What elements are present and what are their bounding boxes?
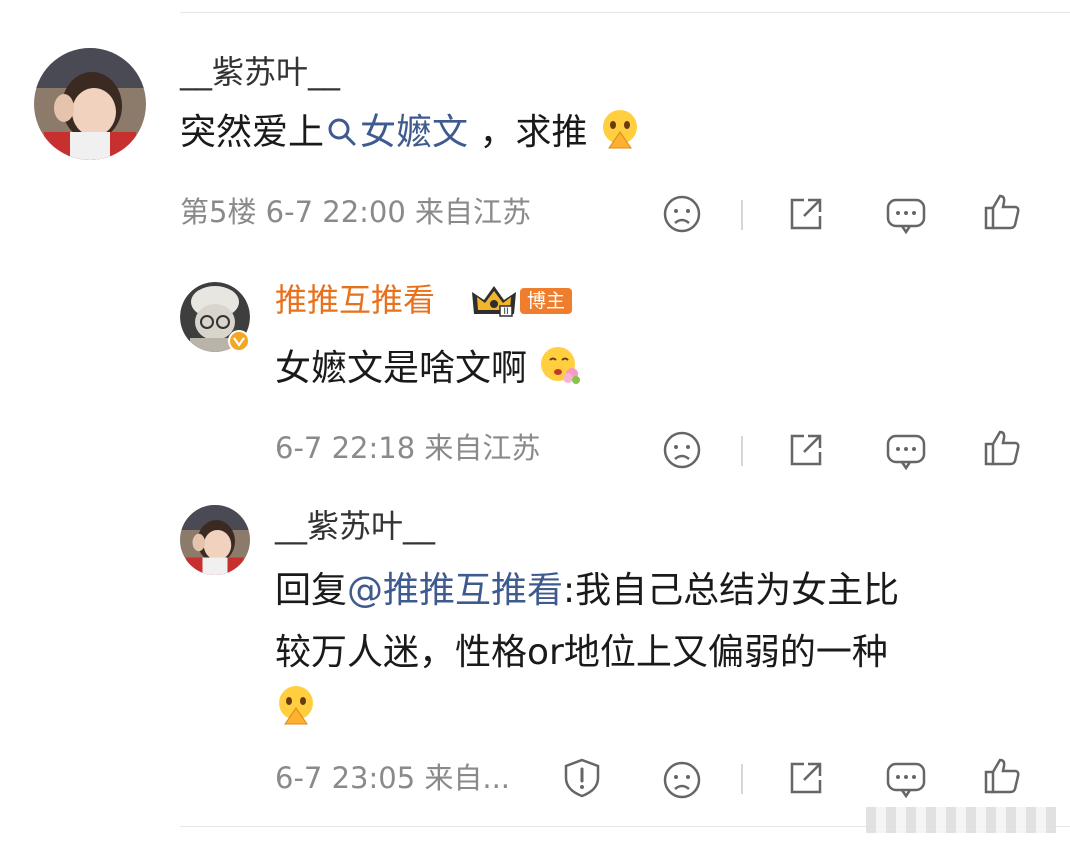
badge-label: 博主 <box>520 288 573 314</box>
blogger-badge: II 博主 <box>470 284 573 318</box>
search-icon <box>328 118 356 146</box>
dislike-icon[interactable] <box>660 192 704 236</box>
comment-meta: 第5楼 6-7 22:00 来自江苏 <box>180 195 532 229</box>
topic-link[interactable]: 女嬷文 <box>324 112 468 153</box>
comment-text-line2: 较万人迷，性格or地位上又偏弱的一种 <box>275 632 888 673</box>
like-icon[interactable] <box>980 190 1024 234</box>
mention-link[interactable]: @推推互推看 <box>347 570 563 611</box>
share-icon[interactable] <box>784 756 828 800</box>
comment-text-line3 <box>275 680 317 738</box>
comment-meta: 6-7 22:18 来自江苏 <box>275 431 541 465</box>
svg-text:II: II <box>503 307 508 317</box>
avatar[interactable] <box>180 282 250 352</box>
avatar[interactable] <box>180 505 250 575</box>
pray-emoji <box>602 110 637 149</box>
dislike-icon[interactable] <box>660 758 704 802</box>
avatar[interactable] <box>34 48 146 160</box>
comment-meta: 6-7 23:05 来自... <box>275 761 511 795</box>
top-divider <box>180 12 1070 13</box>
crown-icon: II <box>472 286 516 317</box>
topic-label: 女嬷文 <box>360 112 469 153</box>
username[interactable]: __紫苏叶__ <box>275 510 435 542</box>
separator <box>741 436 743 466</box>
comment-icon[interactable] <box>884 194 928 238</box>
comment-text-line1: 回复@推推互推看:我自己总结为女主比 <box>275 562 899 620</box>
separator <box>741 764 743 794</box>
like-icon[interactable] <box>980 426 1024 470</box>
verified-icon <box>228 330 250 352</box>
comment-icon[interactable] <box>884 430 928 474</box>
separator <box>741 200 743 230</box>
username[interactable]: __紫苏叶__ <box>180 56 340 88</box>
reply-prefix: 回复 <box>275 570 348 611</box>
reply-text-line1: :我自己总结为女主比 <box>563 570 900 611</box>
username[interactable]: 推推互推看 <box>275 284 435 316</box>
comment-text: 突然爱上 女嬷文 ，求推 <box>180 104 641 162</box>
watermark-blur <box>866 807 1056 833</box>
pray-emoji <box>279 686 313 725</box>
comment-text-body: 女嬷文是啥文啊 <box>275 348 528 389</box>
share-icon[interactable] <box>784 192 828 236</box>
comment-icon[interactable] <box>884 758 928 802</box>
hug-emoji <box>541 347 581 384</box>
report-icon[interactable] <box>560 756 604 800</box>
comment-text-start: 突然爱上 <box>180 112 325 153</box>
dislike-icon[interactable] <box>660 428 704 472</box>
comment-text: 女嬷文是啥文啊 <box>275 340 582 398</box>
like-icon[interactable] <box>980 754 1024 798</box>
share-icon[interactable] <box>784 428 828 472</box>
comment-text-end: ，求推 <box>468 112 588 153</box>
